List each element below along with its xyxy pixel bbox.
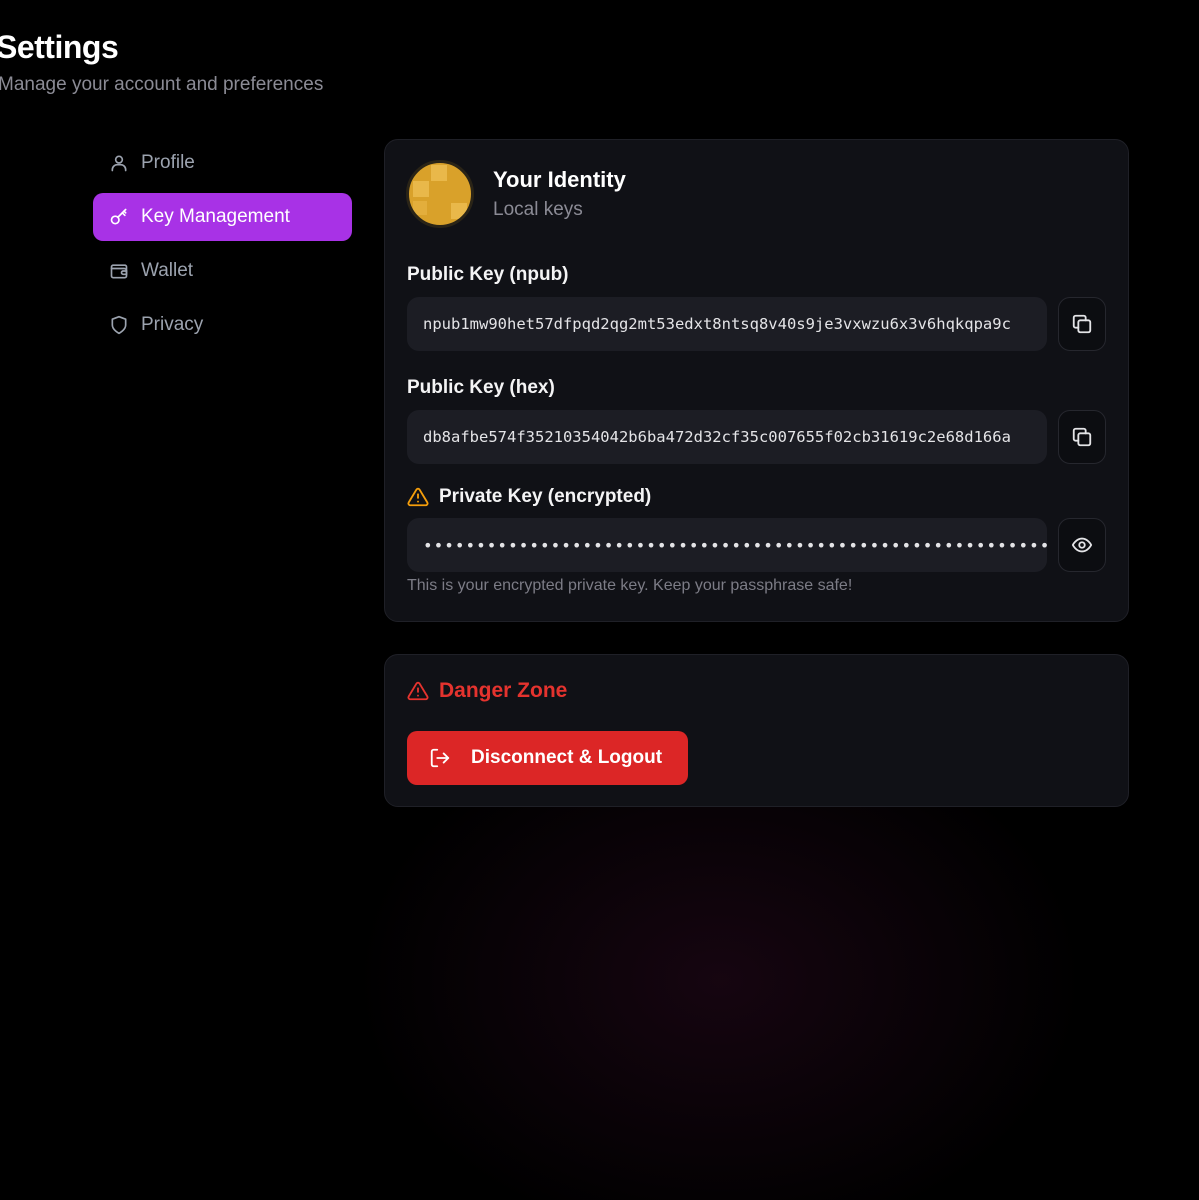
danger-zone-title-text: Danger Zone: [439, 679, 568, 702]
copy-npub-button[interactable]: [1058, 297, 1106, 351]
avatar: [406, 160, 474, 228]
private-key-field[interactable]: ••••••••••••••••••••••••••••••••••••••••…: [407, 518, 1047, 572]
hex-field[interactable]: db8afbe574f35210354042b6ba472d32cf35c007…: [407, 410, 1047, 464]
private-key-label-text: Private Key (encrypted): [439, 486, 652, 507]
copy-icon: [1071, 313, 1093, 335]
reveal-private-key-button[interactable]: [1058, 518, 1106, 572]
warning-icon: [407, 680, 429, 702]
page-subtitle: Manage your account and preferences: [0, 74, 324, 95]
sidebar-item-label: Profile: [141, 152, 195, 173]
page-title: Settings: [0, 29, 119, 65]
eye-icon: [1071, 534, 1093, 556]
identity-subtitle: Local keys: [493, 199, 583, 220]
copy-hex-button[interactable]: [1058, 410, 1106, 464]
settings-sidebar: Profile Key Management Wallet Privacy: [93, 139, 352, 355]
sidebar-item-label: Key Management: [141, 206, 290, 227]
copy-icon: [1071, 426, 1093, 448]
identity-card: Your Identity Local keys Public Key (npu…: [384, 139, 1129, 622]
npub-label: Public Key (npub): [407, 264, 569, 285]
warning-icon: [407, 486, 429, 508]
danger-zone-title: Danger Zone: [407, 679, 567, 703]
logout-label: Disconnect & Logout: [471, 747, 663, 768]
identity-title: Your Identity: [493, 167, 626, 192]
wallet-icon: [109, 261, 129, 281]
disconnect-logout-button[interactable]: Disconnect & Logout: [407, 731, 688, 785]
shield-icon: [109, 315, 129, 335]
sidebar-item-label: Wallet: [141, 260, 194, 281]
user-icon: [109, 153, 129, 173]
sidebar-item-profile[interactable]: Profile: [93, 139, 352, 187]
sidebar-item-key-management[interactable]: Key Management: [93, 193, 352, 241]
sidebar-item-wallet[interactable]: Wallet: [93, 247, 352, 295]
npub-field[interactable]: npub1mw90het57dfpqd2qg2mt53edxt8ntsq8v40…: [407, 297, 1047, 351]
danger-zone-card: Danger Zone Disconnect & Logout: [384, 654, 1129, 807]
hex-label: Public Key (hex): [407, 377, 555, 398]
page-header: Settings Manage your account and prefere…: [0, 28, 323, 96]
private-key-hint: This is your encrypted private key. Keep…: [407, 577, 853, 594]
sidebar-item-label: Privacy: [141, 314, 204, 335]
key-icon: [109, 207, 129, 227]
sidebar-item-privacy[interactable]: Privacy: [93, 301, 352, 349]
private-key-label: Private Key (encrypted): [407, 486, 651, 508]
logout-icon: [429, 747, 451, 769]
